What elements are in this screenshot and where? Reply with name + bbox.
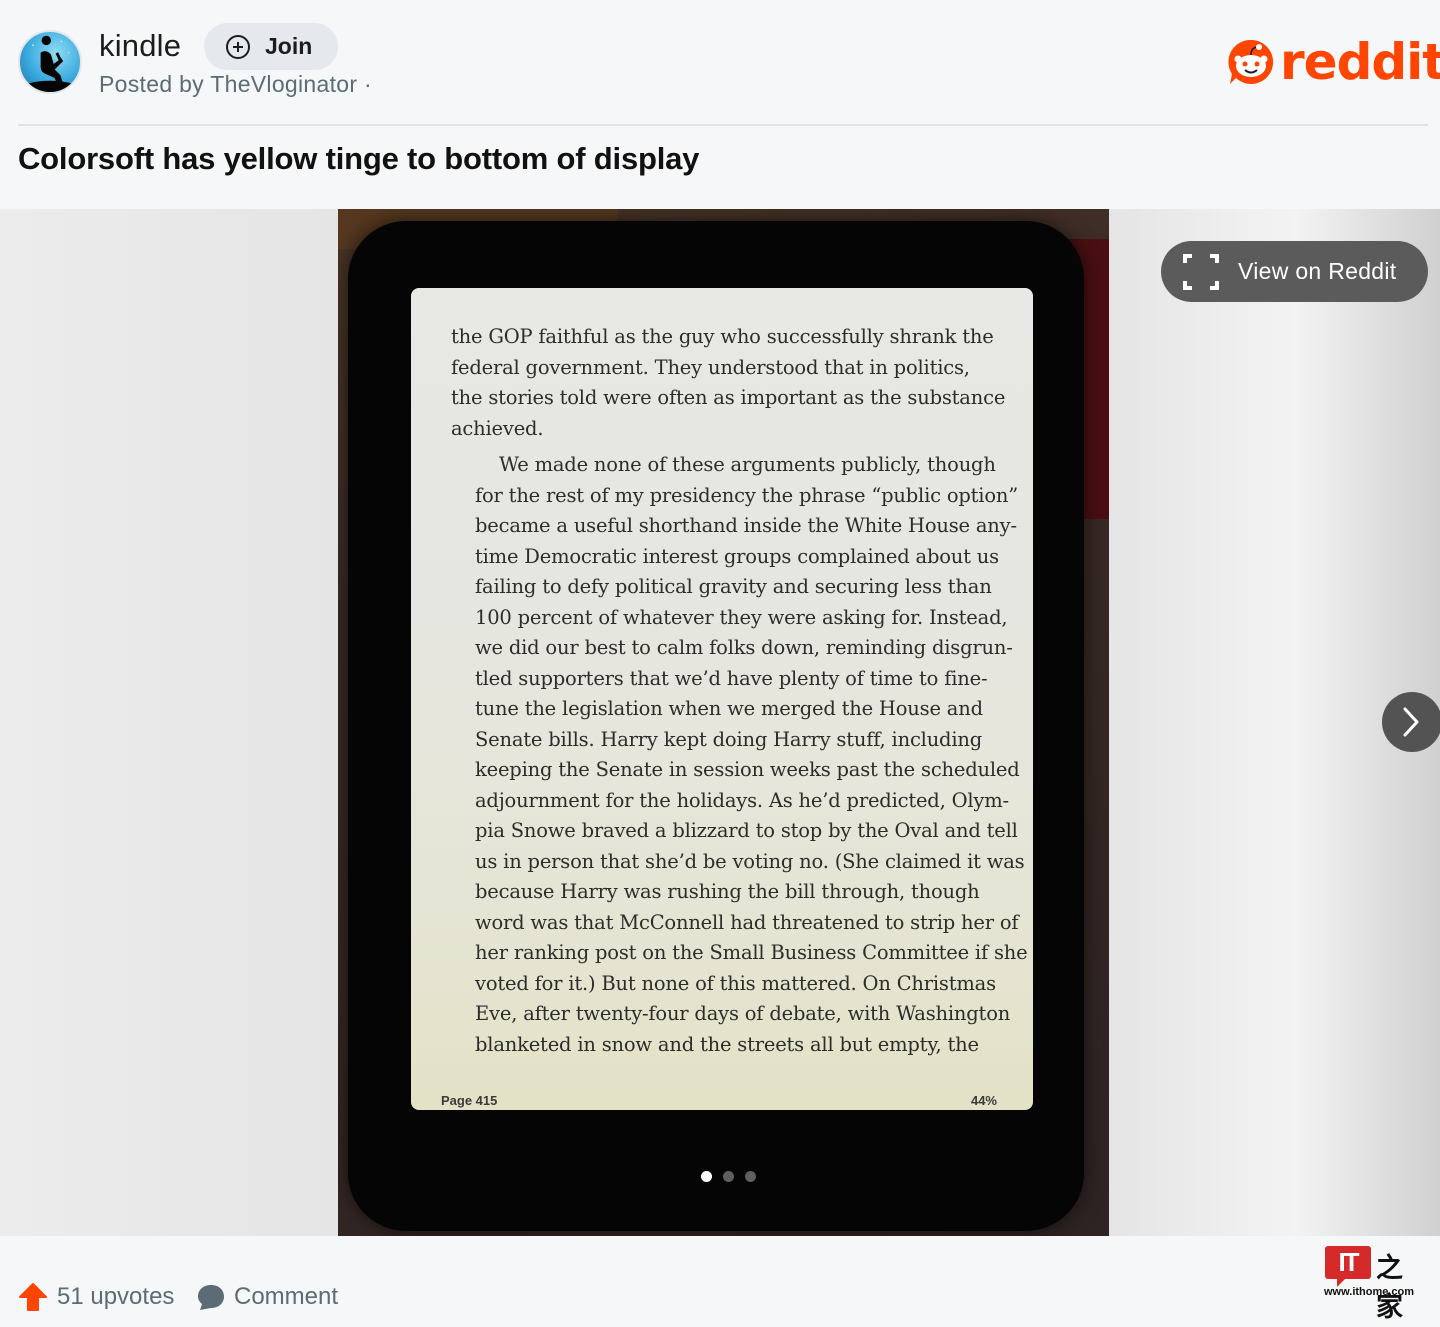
subreddit-avatar[interactable]: [18, 30, 82, 94]
text-line: We made none of these arguments publicly…: [499, 453, 996, 476]
text-line: because Harry was rushing the bill throu…: [475, 880, 980, 903]
comment-button[interactable]: Comment: [196, 1282, 338, 1312]
carousel-dot-1[interactable]: [701, 1171, 712, 1182]
text-line: 100 percent of whatever they were asking…: [475, 605, 1008, 629]
text-line: time Democratic interest groups complain…: [475, 544, 999, 568]
expand-icon: [1183, 253, 1219, 290]
carousel-indicator: [338, 1171, 1109, 1182]
comment-bubble-icon: [198, 1285, 224, 1310]
kindle-screen: the GOP faithful as the guy who successf…: [411, 288, 1033, 1110]
next-image-button[interactable]: [1382, 692, 1440, 752]
text-line: Eve, after twenty-four days of debate, w…: [475, 1002, 1011, 1025]
carousel-dot-2[interactable]: [723, 1171, 734, 1182]
text-line: we did our best to calm folks down, remi…: [475, 636, 1013, 659]
kindle-reader-icon: [21, 35, 79, 92]
post-header: kindle Join Posted by TheVloginator · re…: [0, 0, 1440, 125]
text-line: the stories told were often as important…: [451, 386, 1006, 409]
text-line: voted for it.) But none of this mattered…: [475, 971, 996, 995]
kindle-page-number: Page 415: [441, 1093, 498, 1108]
plus-circle-icon: [226, 34, 250, 59]
post-photo[interactable]: the GOP faithful as the guy who successf…: [338, 209, 1109, 1236]
join-label: Join: [265, 33, 313, 59]
text-line: achieved.: [451, 416, 544, 440]
book-text: the GOP faithful as the guy who successf…: [451, 322, 1028, 1060]
text-line: word was that McConnell had threatened t…: [475, 910, 1019, 934]
text-line: became a useful shorthand inside the Whi…: [475, 514, 1017, 537]
post-title[interactable]: Colorsoft has yellow tinge to bottom of …: [18, 141, 699, 177]
chevron-right-icon: [1403, 707, 1419, 737]
text-line: failing to defy political gravity and se…: [475, 575, 992, 598]
header-divider: [18, 124, 1428, 126]
text-line: Senate bills. Harry kept doing Harry stu…: [475, 727, 983, 751]
posted-by: Posted by TheVloginator ·: [99, 71, 373, 97]
reddit-wordmark: reddit: [1280, 33, 1440, 91]
paragraph-2: We made none of these arguments publicly…: [451, 450, 1028, 1060]
text-line: her ranking post on the Small Business C…: [475, 941, 1028, 964]
upvote-arrow-icon: [19, 1283, 47, 1311]
media-gallery: the GOP faithful as the guy who successf…: [0, 209, 1440, 1236]
text-line: federal government. They understood that…: [451, 355, 970, 379]
text-line: adjournment for the holidays. As he’d pr…: [475, 788, 1009, 812]
kindle-device: the GOP faithful as the guy who successf…: [348, 221, 1084, 1231]
upvote-button[interactable]: 51 upvotes: [18, 1282, 174, 1312]
subreddit-name[interactable]: kindle: [99, 28, 181, 64]
text-line: tled supporters that we’d have plenty of…: [475, 666, 988, 690]
kindle-progress-percent: 44%: [970, 1093, 997, 1108]
text-line: keeping the Senate in session weeks past…: [475, 758, 1020, 781]
reddit-logo[interactable]: reddit: [1226, 36, 1440, 88]
view-on-reddit-label: View on Reddit: [1238, 258, 1397, 284]
text-line: pia Snowe braved a blizzard to stop by t…: [475, 819, 1018, 842]
text-line: for the rest of my presidency the phrase…: [475, 483, 1018, 507]
ithome-badge: IT: [1325, 1246, 1371, 1287]
reddit-snoo-icon: [1228, 39, 1274, 84]
comment-label: Comment: [234, 1283, 339, 1310]
text-line: the GOP faithful as the guy who successf…: [451, 325, 994, 348]
upvote-count: 51 upvotes: [57, 1283, 175, 1310]
view-on-reddit-button[interactable]: View on Reddit: [1161, 241, 1428, 302]
text-line: us in person that she’d be voting no. (S…: [475, 849, 1025, 873]
ithome-url: www.ithome.com: [1324, 1286, 1415, 1298]
ithome-chinese-text: 之家: [1376, 1253, 1403, 1323]
carousel-dot-3[interactable]: [745, 1171, 756, 1182]
post-footer: 51 upvotes Comment IT 之家 www.ithome.com: [0, 1236, 1440, 1327]
text-line: tune the legislation when we merged the …: [475, 697, 983, 720]
paragraph-1: the GOP faithful as the guy who successf…: [451, 322, 1006, 444]
text-line: blanketed in snow and the streets all bu…: [475, 1032, 979, 1056]
join-button[interactable]: Join: [204, 23, 338, 70]
